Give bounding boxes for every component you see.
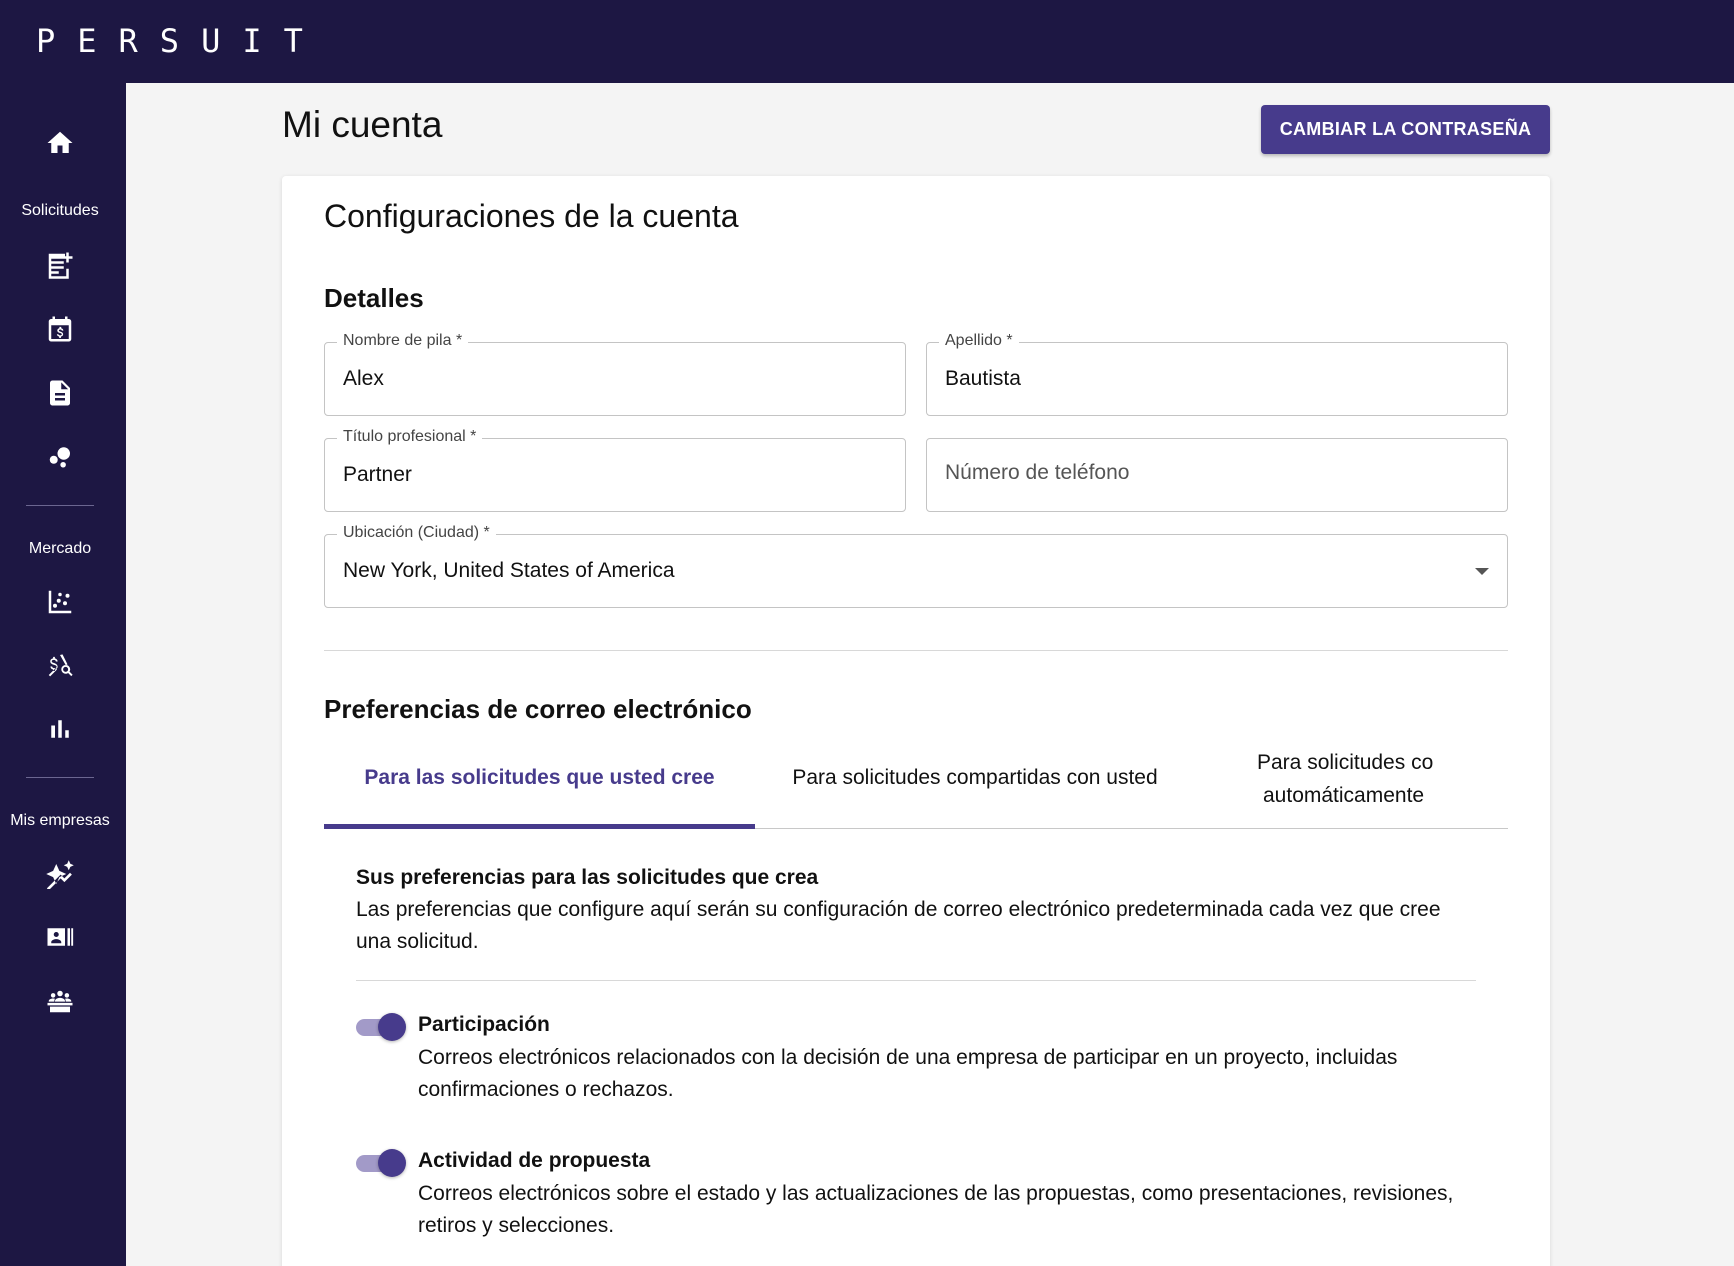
nav-section-solicitudes: Solicitudes <box>21 202 99 219</box>
nav-divider <box>26 505 94 506</box>
proposal-activity-toggle[interactable] <box>356 1148 406 1178</box>
side-nav: Solicitudes Mercado Mis empresas <box>0 83 126 1266</box>
home-icon[interactable] <box>40 123 80 163</box>
tab-created-requests[interactable]: Para las solicitudes que usted cree <box>324 761 755 794</box>
location-value: New York, United States of America <box>343 559 675 582</box>
change-password-button[interactable]: CAMBIAR LA CONTRASEÑA <box>1261 105 1550 154</box>
proposal-activity-title: Actividad de propuesta <box>418 1149 651 1172</box>
location-select[interactable]: Ubicación (Ciudad) * New York, United St… <box>324 524 1508 608</box>
calendar-dollar-icon[interactable] <box>40 309 80 349</box>
email-prefs-heading: Preferencias de correo electrónico <box>324 694 752 724</box>
location-label: Ubicación (Ciudad) * <box>337 524 496 542</box>
proposal-activity-description: Correos electrónicos sobre el estado y l… <box>418 1182 1454 1237</box>
participation-title: Participación <box>418 1013 550 1036</box>
toggle-thumb <box>378 1013 406 1041</box>
tab-auto-requests[interactable]: Para solicitudes co automáticamente <box>1232 746 1508 826</box>
last-name-field[interactable]: Apellido * Bautista <box>926 332 1508 416</box>
team-icon[interactable] <box>40 981 80 1021</box>
section-divider <box>324 650 1508 651</box>
job-title-field[interactable]: Título profesional * Partner <box>324 428 906 512</box>
panel-title: Sus preferencias para las solicitudes qu… <box>356 866 819 889</box>
panel-divider <box>356 980 1476 981</box>
last-name-value: Bautista <box>945 367 1021 390</box>
nav-divider <box>26 777 94 778</box>
bubbles-icon[interactable] <box>40 436 80 476</box>
toggle-thumb <box>378 1149 406 1177</box>
first-name-label: Nombre de pila * <box>337 332 469 350</box>
tab-shared-requests[interactable]: Para solicitudes compartidas con usted <box>755 761 1195 794</box>
phone-placeholder: Número de teléfono <box>945 461 1130 484</box>
new-request-icon[interactable] <box>40 245 80 285</box>
participation-description: Correos electrónicos relacionados con la… <box>418 1046 1398 1101</box>
first-name-field[interactable]: Nombre de pila * Alex <box>324 332 906 416</box>
document-icon[interactable] <box>40 373 80 413</box>
page-title: Mi cuenta <box>282 104 443 145</box>
panel-description: Las preferencias que configure aquí será… <box>356 898 1441 953</box>
job-title-value: Partner <box>343 463 412 486</box>
details-heading: Detalles <box>324 283 424 313</box>
tab-auto-label-line1: Para solicitudes co <box>1257 751 1434 774</box>
card-title: Configuraciones de la cuenta <box>324 198 739 234</box>
job-title-label: Título profesional * <box>337 428 483 446</box>
participation-toggle[interactable] <box>356 1012 406 1042</box>
active-tab-indicator <box>324 824 755 829</box>
scatter-chart-icon[interactable] <box>40 582 80 622</box>
sparkle-trend-icon[interactable] <box>40 854 80 894</box>
price-search-icon[interactable] <box>40 645 80 685</box>
bar-chart-icon[interactable] <box>40 709 80 749</box>
first-name-value: Alex <box>343 367 384 390</box>
account-settings-card: Configuraciones de la cuenta Detalles No… <box>282 176 1550 1266</box>
top-bar: PERSUIT <box>0 0 1734 83</box>
nav-section-mis-empresas: Mis empresas <box>10 812 110 829</box>
nav-section-mercado: Mercado <box>28 540 92 557</box>
contact-card-icon[interactable] <box>40 917 80 957</box>
chevron-down-icon[interactable] <box>1475 568 1489 575</box>
persuit-logo[interactable]: PERSUIT <box>36 22 325 60</box>
last-name-label: Apellido * <box>939 332 1019 350</box>
phone-field[interactable]: Número de teléfono <box>926 438 1508 512</box>
tab-auto-label-line2: automáticamente <box>1263 784 1425 807</box>
